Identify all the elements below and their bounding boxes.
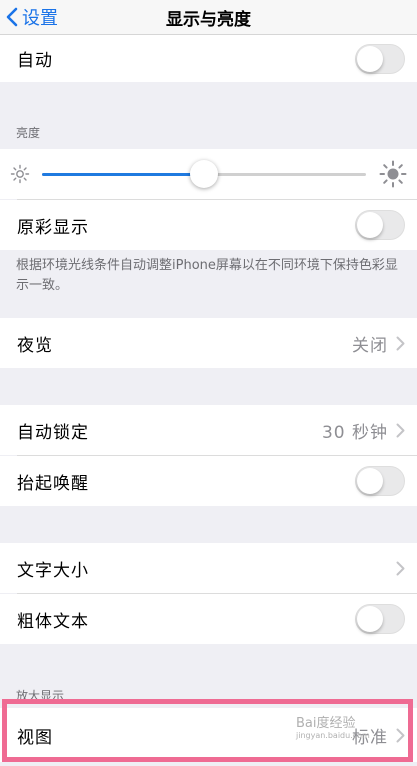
auto-label: 自动 bbox=[17, 51, 53, 71]
raise-to-wake-row: 抬起唤醒 bbox=[0, 456, 417, 506]
bold-text-label: 粗体文本 bbox=[17, 611, 89, 632]
auto-lock-label: 自动锁定 bbox=[17, 422, 89, 443]
auto-lock-value: 30 秒钟 bbox=[321, 422, 388, 443]
brightness-slider-row bbox=[0, 149, 417, 199]
bold-text-row: 粗体文本 bbox=[0, 594, 417, 644]
auto-lock-row[interactable]: 自动锁定 30 秒钟 bbox=[0, 405, 417, 455]
bold-text-toggle[interactable] bbox=[355, 604, 405, 634]
watermark-text: Bai度经验 bbox=[296, 716, 356, 731]
raise-to-wake-toggle[interactable] bbox=[355, 466, 405, 496]
true-tone-row: 原彩显示 bbox=[0, 200, 417, 250]
true-tone-label: 原彩显示 bbox=[17, 217, 89, 238]
true-tone-toggle[interactable] bbox=[355, 210, 405, 240]
text-size-label: 文字大小 bbox=[17, 560, 89, 581]
brightness-slider-thumb[interactable] bbox=[190, 160, 218, 188]
sun-small-icon bbox=[10, 164, 30, 184]
baidu-jingyan-watermark: Bai度经验 jingyan.baidu.com bbox=[296, 712, 370, 740]
page-title: 显示与亮度 bbox=[166, 10, 251, 30]
toggle-knob bbox=[357, 468, 383, 494]
chevron-right-icon bbox=[396, 336, 405, 350]
auto-toggle[interactable] bbox=[355, 43, 405, 74]
toggle-knob bbox=[357, 606, 383, 632]
chevron-right-icon bbox=[396, 561, 405, 575]
night-shift-label: 夜览 bbox=[17, 335, 53, 356]
night-shift-value: 关闭 bbox=[352, 335, 388, 356]
night-shift-row[interactable]: 夜览 关闭 bbox=[0, 318, 417, 368]
true-tone-footer: 根据环境光线条件自动调整iPhone屏幕以在不同环境下保持色彩显示一致。 bbox=[16, 258, 398, 293]
navigation-bar: 设置 显示与亮度 bbox=[0, 0, 417, 35]
toggle-knob bbox=[357, 212, 383, 238]
brightness-slider-fill bbox=[42, 173, 204, 176]
brightness-slider[interactable] bbox=[42, 160, 366, 188]
chevron-right-icon bbox=[396, 423, 405, 437]
brightness-section-header: 亮度 bbox=[16, 126, 41, 140]
zoom-section-header: 放大显示 bbox=[16, 689, 65, 703]
watermark-url: jingyan.baidu.com bbox=[296, 731, 370, 740]
text-size-row[interactable]: 文字大小 bbox=[0, 543, 417, 593]
auto-brightness-row: 自动 bbox=[0, 35, 417, 82]
sun-large-icon bbox=[379, 160, 407, 188]
toggle-knob bbox=[357, 45, 383, 72]
chevron-right-icon bbox=[396, 728, 405, 742]
raise-to-wake-label: 抬起唤醒 bbox=[17, 473, 89, 494]
